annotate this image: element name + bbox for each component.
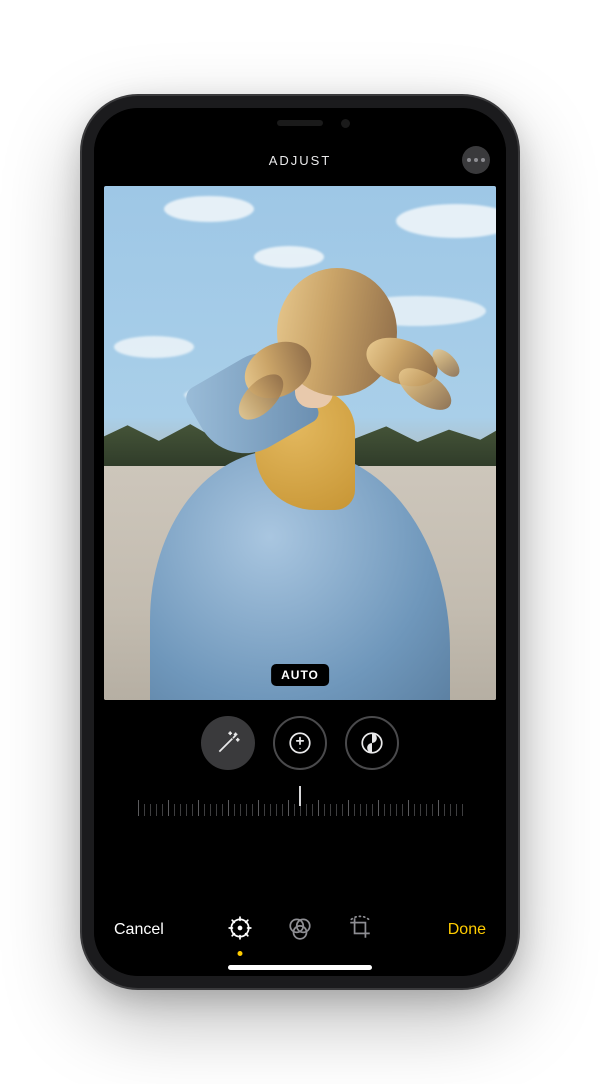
slider-tick [402, 804, 403, 816]
slider-tick [450, 804, 451, 816]
device-notch [202, 108, 398, 138]
slider-tick [420, 804, 421, 816]
cancel-button[interactable]: Cancel [114, 921, 164, 939]
photo-subject [135, 240, 465, 700]
home-indicator[interactable] [228, 965, 372, 970]
slider-tick [162, 804, 163, 816]
ellipsis-icon [467, 158, 471, 162]
slider-tick [192, 804, 193, 816]
current-tool-label: AUTO [271, 664, 329, 686]
mode-crop[interactable] [347, 915, 373, 946]
crop-icon [347, 915, 373, 941]
slider-tick [210, 804, 211, 816]
yin-yang-icon [359, 730, 385, 756]
slider-tick [174, 804, 175, 816]
slider-tick [222, 804, 223, 816]
slider-tick [444, 804, 445, 816]
slider-tick [426, 804, 427, 816]
tool-brilliance[interactable] [345, 716, 399, 770]
mode-tabs [227, 915, 373, 946]
slider-tick [348, 800, 349, 816]
ellipsis-icon [474, 158, 478, 162]
slider-tick [342, 804, 343, 816]
slider-tick [144, 804, 145, 816]
adjust-dial-icon [227, 915, 253, 941]
slider-tick [240, 804, 241, 816]
header-title: ADJUST [269, 153, 332, 168]
slider-tick [396, 804, 397, 816]
tool-auto[interactable] [201, 716, 255, 770]
slider-tick [360, 804, 361, 816]
bottom-bar: Cancel [94, 894, 506, 976]
slider-tick [372, 804, 373, 816]
more-button[interactable] [462, 146, 490, 174]
slider-tick [330, 804, 331, 816]
slider-tick [258, 800, 259, 816]
slider-tick [138, 800, 139, 816]
slider-tick [294, 804, 295, 816]
slider-tick [390, 804, 391, 816]
tool-exposure[interactable] [273, 716, 327, 770]
mode-adjust[interactable] [227, 915, 253, 946]
wand-icon [215, 730, 241, 756]
slider-tick [186, 804, 187, 816]
slider-tick [324, 804, 325, 816]
slider-tick [228, 800, 229, 816]
slider-tick [234, 804, 235, 816]
slider-tick [408, 800, 409, 816]
slider-tick [456, 804, 457, 816]
slider-tick [252, 804, 253, 816]
slider-tick [282, 804, 283, 816]
slider-tick [270, 804, 271, 816]
exposure-icon [287, 730, 313, 756]
slider-tick [150, 804, 151, 816]
filters-icon [287, 915, 313, 941]
slider-tick [438, 800, 439, 816]
slider-tick [204, 804, 205, 816]
screen: ADJUST [94, 108, 506, 976]
slider-marker [299, 786, 301, 806]
slider-tick [318, 800, 319, 816]
photo-preview[interactable]: AUTO [104, 186, 496, 700]
slider-tick [180, 804, 181, 816]
slider-tick [246, 804, 247, 816]
slider-tick [336, 804, 337, 816]
slider-tick [354, 804, 355, 816]
slider-tick [306, 804, 307, 816]
done-button[interactable]: Done [448, 921, 486, 939]
slider-tick [378, 800, 379, 816]
device-frame: ADJUST [82, 96, 518, 988]
adjust-tools-row [94, 716, 506, 770]
adjust-slider[interactable] [94, 788, 506, 816]
slider-tick [432, 804, 433, 816]
slider-tick [156, 804, 157, 816]
slider-tick [288, 800, 289, 816]
slider-tick [168, 800, 169, 816]
slider-tick [264, 804, 265, 816]
slider-tick [276, 804, 277, 816]
slider-tick [414, 804, 415, 816]
slider-tick [312, 804, 313, 816]
ellipsis-icon [481, 158, 485, 162]
slider-tick [366, 804, 367, 816]
slider-tick [198, 800, 199, 816]
slider-tick [216, 804, 217, 816]
slider-tick [462, 804, 463, 816]
slider-tick [384, 804, 385, 816]
mode-filters[interactable] [287, 915, 313, 946]
